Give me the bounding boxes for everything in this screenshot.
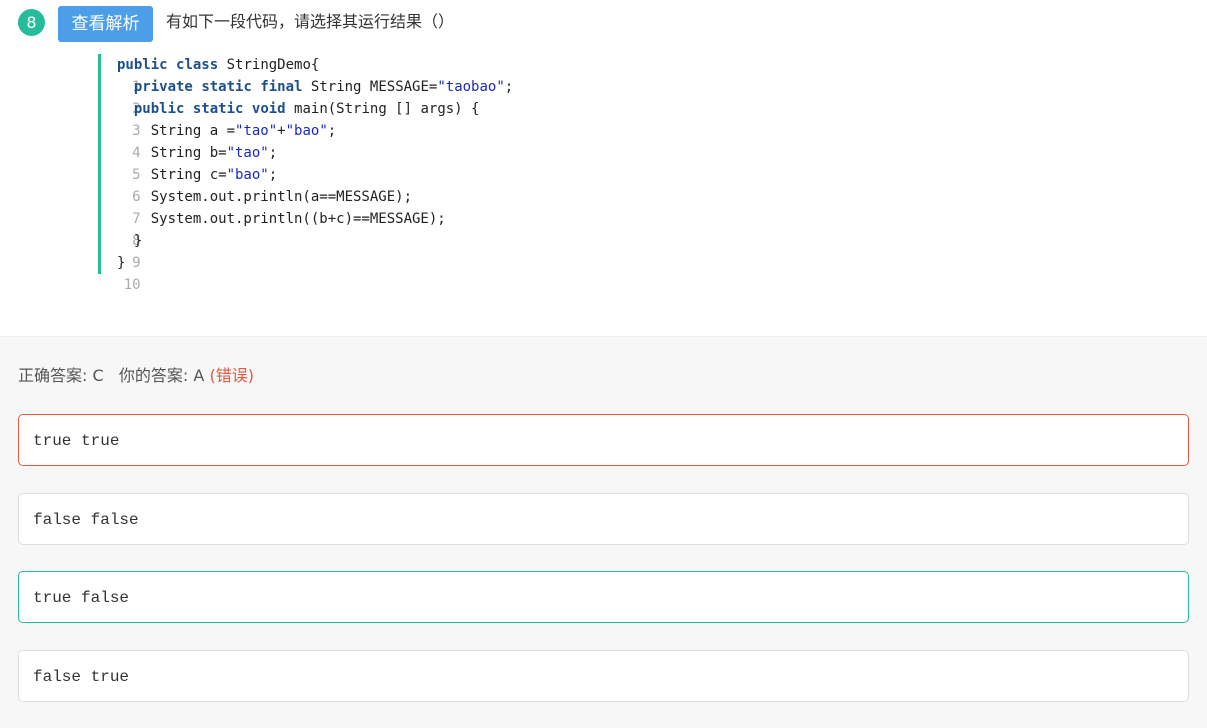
code-line: 1 public class StringDemo{ — [62, 54, 319, 95]
code-text: public class StringDemo{ — [117, 57, 320, 73]
answer-panel: 正确答案: C 你的答案: A (错误) true true false fal… — [0, 336, 1207, 728]
question-number-badge: 8 — [18, 9, 45, 36]
option-b[interactable]: false false — [18, 493, 1189, 545]
code-line: 5 String b="tao"; — [62, 142, 277, 183]
code-text: String a ="tao"+"bao"; — [117, 123, 337, 139]
code-text: } — [117, 255, 126, 271]
code-text: public static void main(String [] args) … — [133, 101, 480, 117]
code-text: System.out.println((b+c)==MESSAGE); — [117, 211, 446, 227]
correct-answer-label: 正确答案: C — [18, 366, 104, 385]
code-text: String b="tao"; — [117, 145, 278, 161]
code-text: System.out.println(a==MESSAGE); — [117, 189, 413, 205]
code-line: 3 public static void main(String [] args… — [62, 98, 479, 139]
question-text: 有如下一段代码，请选择其运行结果（） — [166, 12, 455, 31]
view-analysis-button[interactable]: 查看解析 — [58, 6, 153, 42]
option-d-text: false true — [33, 668, 130, 686]
code-line: 4 String a ="tao"+"bao"; — [62, 120, 336, 161]
code-block: 1 public class StringDemo{ 2 private sta… — [62, 54, 662, 293]
your-answer-label: 你的答案: A — [118, 366, 205, 385]
option-a[interactable]: true true — [18, 414, 1189, 466]
code-line: 10 } — [62, 252, 141, 293]
option-a-text: true true — [33, 432, 120, 450]
code-line: 6 String c="bao"; — [62, 164, 277, 205]
code-text: String c="bao"; — [117, 167, 278, 183]
option-c-text: true false — [33, 589, 130, 607]
answer-status-wrong: (错误) — [209, 366, 254, 385]
line-number: 10 — [123, 277, 141, 293]
code-line: 8 System.out.println((b+c)==MESSAGE); — [62, 208, 446, 249]
code-text: private static final String MESSAGE="tao… — [133, 79, 514, 95]
question-panel: 8 查看解析 有如下一段代码，请选择其运行结果（） 1 public class… — [0, 0, 1207, 336]
option-d[interactable]: false true — [18, 650, 1189, 702]
answer-summary: 正确答案: C 你的答案: A (错误) — [18, 364, 254, 388]
option-b-text: false false — [33, 511, 139, 529]
option-c[interactable]: true false — [18, 571, 1189, 623]
code-line: 9 } — [62, 230, 143, 271]
code-line: 2 private static final String MESSAGE="t… — [62, 76, 513, 117]
code-line: 7 System.out.println(a==MESSAGE); — [62, 186, 412, 227]
code-text: } — [117, 233, 143, 249]
